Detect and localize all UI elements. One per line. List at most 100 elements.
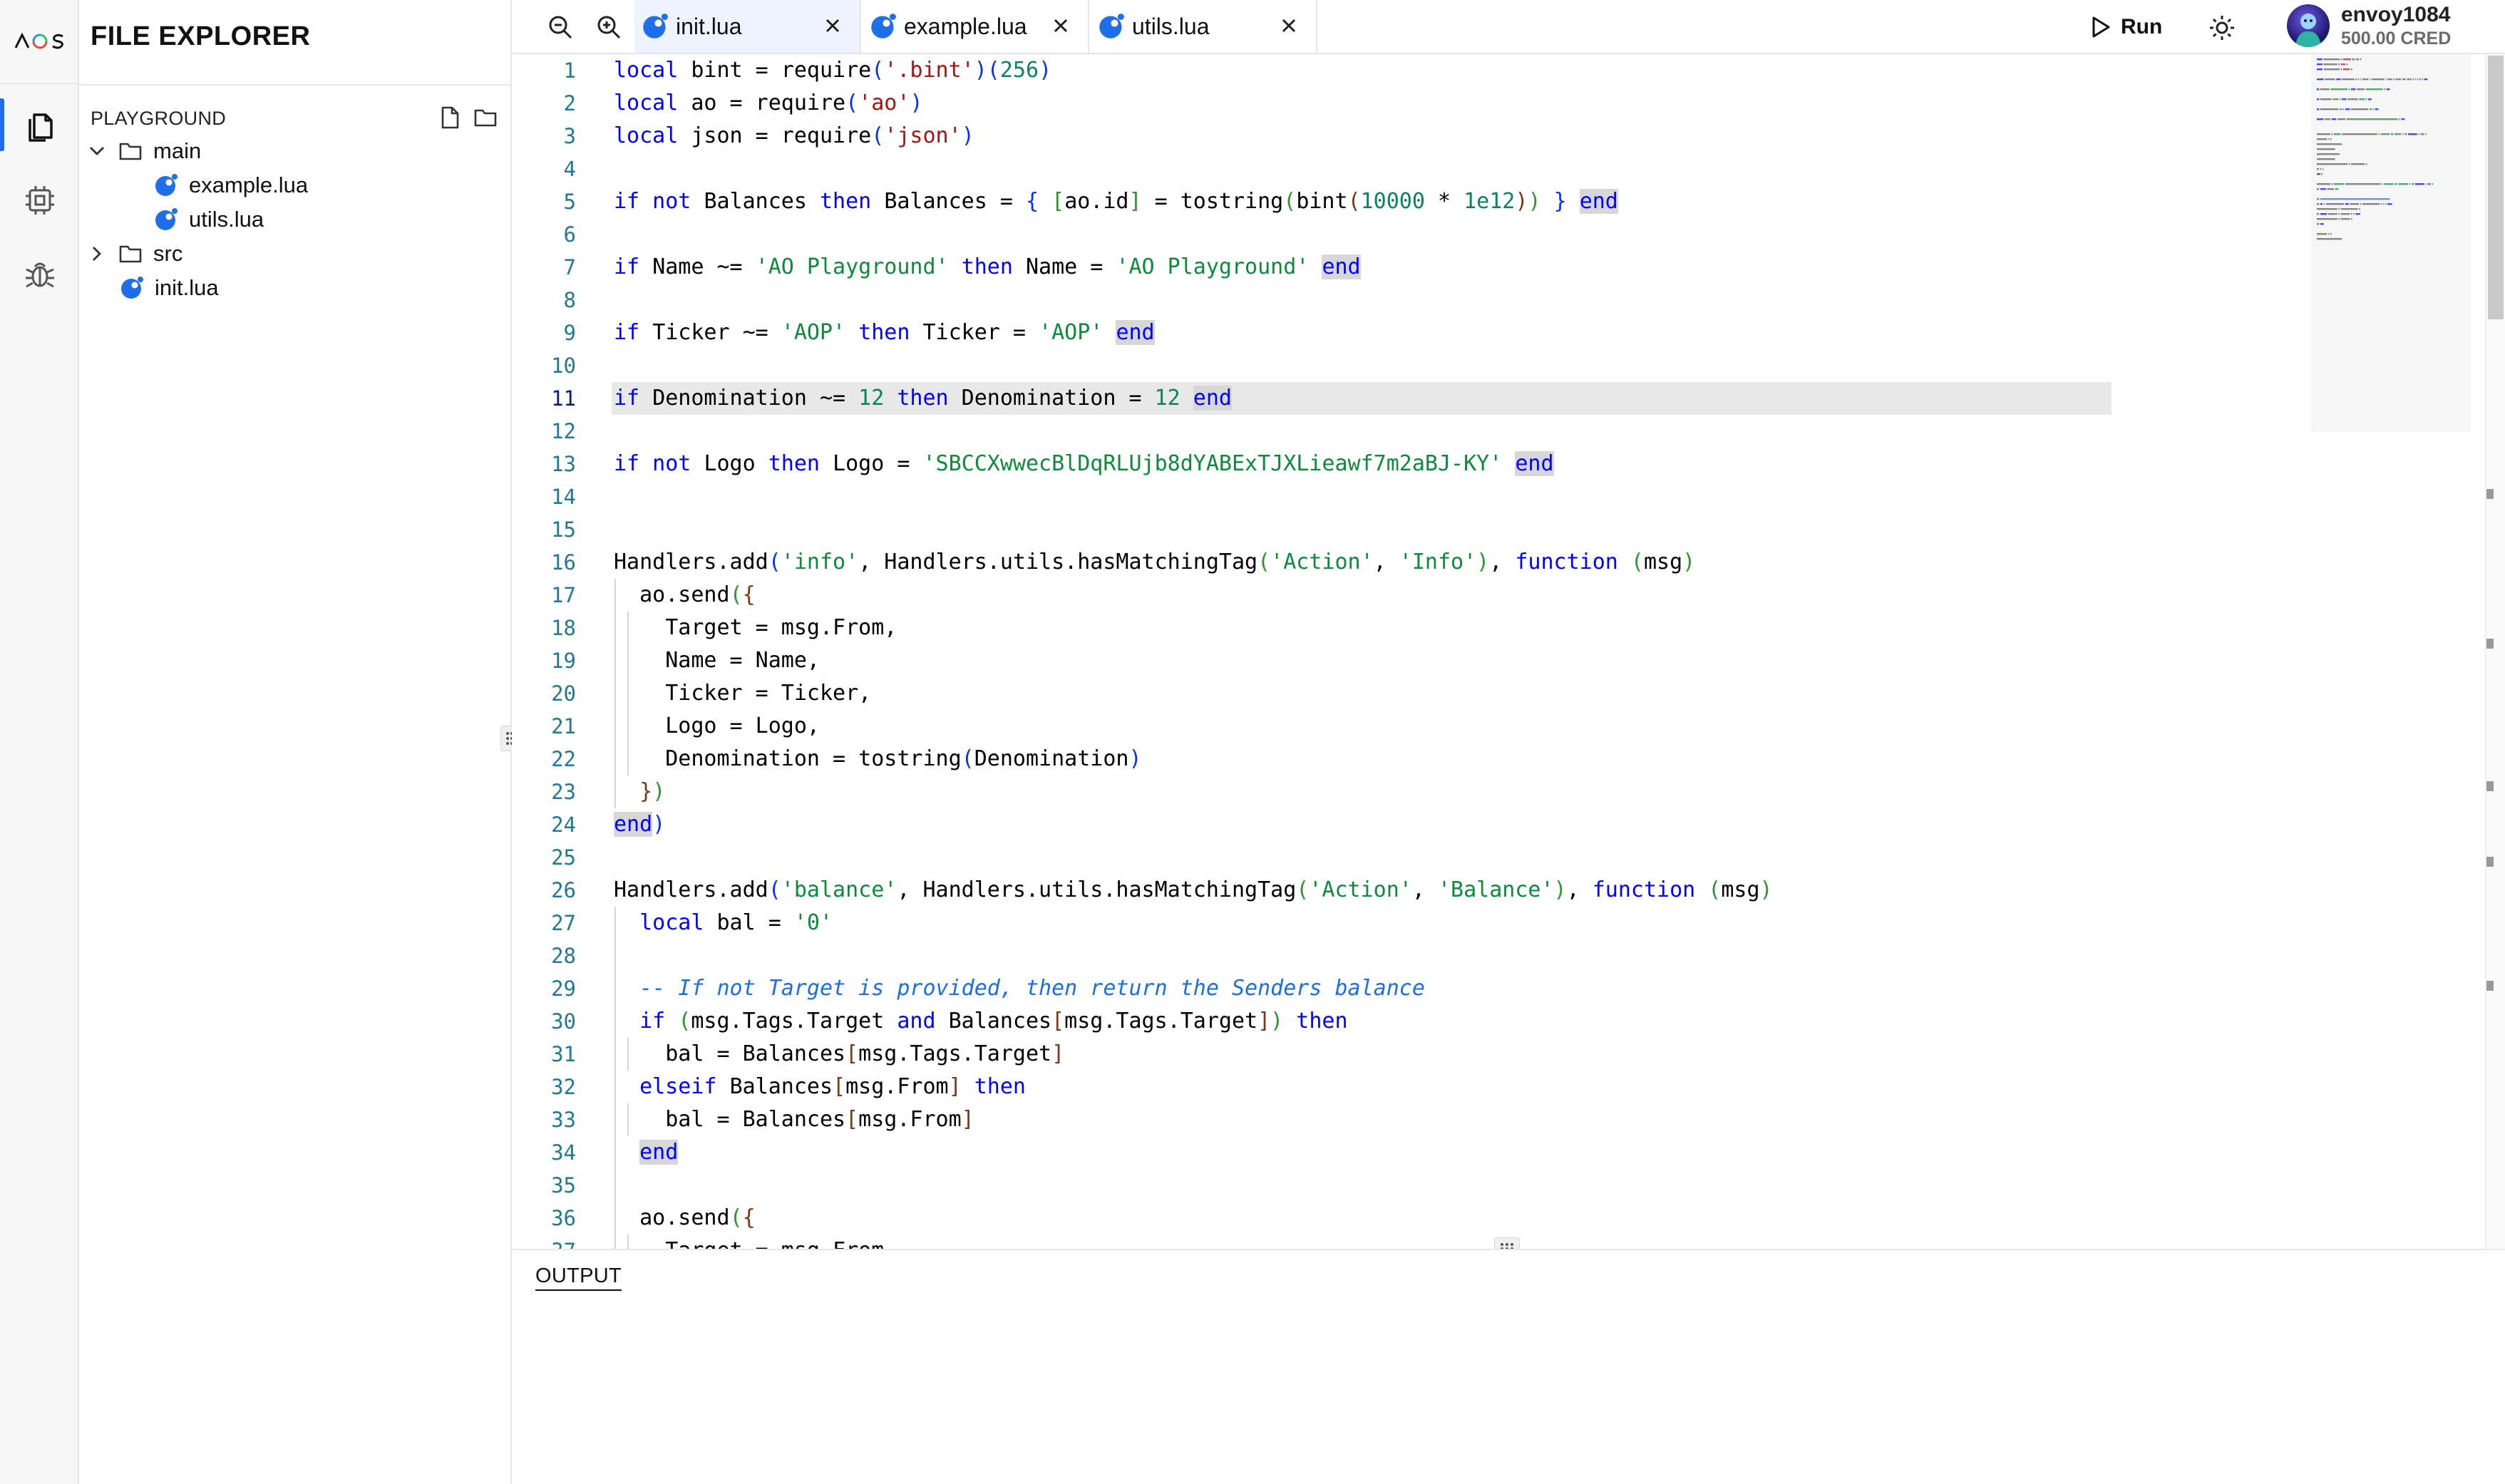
minimap-token: [2317, 173, 2320, 175]
code-token: then: [768, 451, 833, 476]
code-token: )(: [974, 58, 1000, 83]
code-token: (: [729, 582, 743, 607]
minimap[interactable]: [2314, 54, 2471, 439]
code-token: Balances =: [884, 189, 1026, 214]
avatar[interactable]: [2287, 4, 2330, 47]
code-token: (: [1630, 550, 1644, 574]
code-token: Target = msg.From,: [614, 615, 897, 640]
code-token: }: [1553, 189, 1567, 214]
code-token: Logo =: [833, 451, 923, 476]
run-button[interactable]: Run: [2091, 10, 2162, 44]
tree-file-example-lua[interactable]: example.lua: [153, 168, 308, 202]
activity-modules-button[interactable]: [0, 161, 79, 239]
close-icon[interactable]: [1049, 14, 1072, 37]
minimap-token: [2317, 188, 2320, 190]
code-line: bal = Balances[msg.Tags.Target]: [614, 1038, 1064, 1071]
minimap-token: [2427, 183, 2431, 185]
minimap-token: [2408, 133, 2417, 135]
minimap-token: [2422, 78, 2423, 81]
minimap-token: [2325, 118, 2331, 120]
minimap-token: [2317, 153, 2340, 155]
minimap-token: [2351, 88, 2356, 91]
line-number: 35: [551, 1173, 576, 1197]
activity-debug-button[interactable]: [0, 235, 79, 314]
theme-toggle-button[interactable]: [2206, 11, 2238, 44]
code-token: msg: [1721, 877, 1760, 902]
minimap-token: [2355, 78, 2357, 81]
tab-example-lua[interactable]: example.lua: [863, 0, 1089, 53]
code-token: end: [1579, 189, 1618, 214]
code-token: then: [858, 320, 923, 345]
indent-guide: [627, 1103, 629, 1136]
zoom-in-button[interactable]: [593, 11, 624, 43]
code-token: 'Action': [1270, 550, 1374, 574]
code-token: ao.send: [614, 1205, 730, 1230]
minimap-token: [2328, 213, 2337, 215]
code-token: {: [1026, 189, 1039, 214]
minimap-token: [2342, 58, 2351, 61]
line-number: 20: [551, 681, 576, 706]
tree-file-utils-lua[interactable]: utils.lua: [153, 202, 264, 237]
minimap-token: [2385, 78, 2387, 81]
minimap-token: [2355, 213, 2360, 215]
tree-folder-src[interactable]: src: [86, 237, 182, 271]
code-token: end: [639, 1140, 679, 1165]
code-token: elseif: [639, 1074, 730, 1099]
line-number: 29: [551, 977, 576, 1001]
code-token: Logo: [704, 451, 768, 476]
minimap-token: [2372, 108, 2374, 110]
close-icon[interactable]: [821, 14, 844, 37]
playground-section-title[interactable]: PLAYGROUND: [91, 108, 226, 130]
code-token: ): [1039, 58, 1052, 83]
tree-item-label: src: [153, 241, 183, 266]
tab-utils-lua[interactable]: utils.lua: [1091, 0, 1317, 53]
code-editor[interactable]: 1 2 3 4 5 6 7 8 9 10 11 12 13 14 15 16 17 18 19 20 21 22 23 24 2…: [512, 54, 2505, 1249]
minimap-token: [2345, 108, 2350, 110]
tree-item-label: example.lua: [189, 172, 309, 197]
close-icon[interactable]: [1277, 14, 1300, 37]
minimap-token: [2360, 78, 2362, 81]
tree-folder-main[interactable]: main: [86, 134, 201, 168]
minimap-token: [2320, 88, 2330, 91]
activity-explorer-button[interactable]: [0, 86, 79, 164]
minimap-token: [2357, 88, 2365, 91]
code-token: ]: [1128, 189, 1142, 214]
minimap-token: [2382, 183, 2383, 185]
run-label: Run: [2121, 15, 2163, 38]
tab-init-lua[interactable]: init.lua: [634, 0, 861, 53]
new-folder-icon[interactable]: [473, 105, 498, 133]
code-token: bal =: [716, 910, 794, 935]
vertical-scrollbar-thumb[interactable]: [2488, 56, 2504, 319]
chevron-down-icon: [86, 146, 108, 156]
minimap-token: [2425, 133, 2427, 135]
minimap-token: [2328, 138, 2330, 140]
code-token: 'Info': [1399, 550, 1477, 574]
code-token: 'AOP': [781, 320, 846, 345]
minimap-token: [2334, 133, 2341, 135]
code-token: 'AO Playground': [755, 254, 949, 279]
minimap-token: [2359, 98, 2365, 101]
output-tab[interactable]: OUTPUT: [535, 1264, 622, 1291]
line-number: 28: [551, 944, 576, 968]
files-icon: [28, 113, 53, 142]
tree-file-init-lua[interactable]: init.lua: [119, 271, 219, 305]
code-token: ,: [1489, 550, 1516, 574]
line-number: 2: [563, 91, 576, 115]
line-number: 17: [551, 583, 576, 607]
bug-icon: [25, 262, 54, 288]
code-line: Handlers.add('info', Handlers.utils.hasM…: [614, 546, 1695, 579]
zoom-out-button[interactable]: [545, 11, 576, 43]
minimap-token: [2391, 133, 2394, 135]
minimap-token: [2317, 98, 2320, 101]
minimap-token: [2334, 183, 2345, 185]
line-number: 15: [551, 517, 576, 542]
minimap-token: [2351, 218, 2352, 220]
line-number: 21: [551, 714, 576, 738]
minimap-token: [2407, 78, 2412, 81]
minimap-token: [2338, 208, 2340, 210]
minimap-token: [2336, 78, 2341, 81]
new-file-icon[interactable]: [439, 105, 461, 133]
